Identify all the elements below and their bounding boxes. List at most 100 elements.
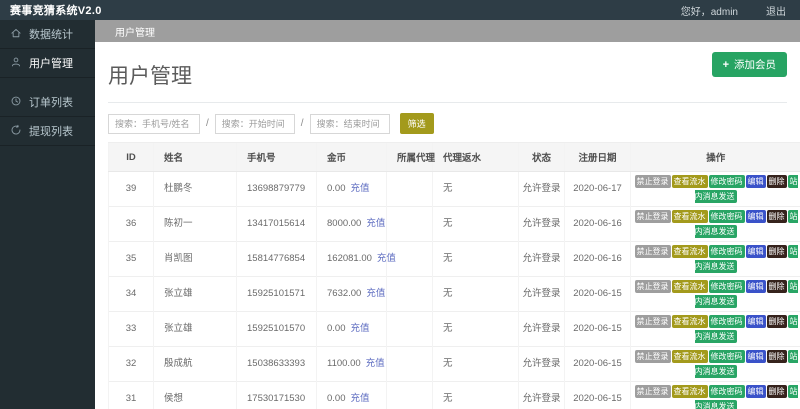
action-disable-login-button[interactable]: 禁止登录 — [635, 175, 671, 188]
cell-id: 36 — [109, 207, 154, 242]
search-start-time-input[interactable] — [215, 114, 295, 134]
cell-status: 允许登录 — [519, 277, 565, 312]
action-edit-button[interactable]: 编辑 — [746, 315, 766, 328]
action-view-flow-button[interactable]: 查看流水 — [672, 385, 708, 398]
user-icon — [10, 56, 22, 71]
cell-status: 允许登录 — [519, 347, 565, 382]
cell-status: 允许登录 — [519, 312, 565, 347]
cell-operations: 禁止登录查看流水修改密码编辑删除站内消息发送 — [631, 382, 800, 409]
cell-name: 殷成航 — [154, 347, 237, 382]
action-change-password-button[interactable]: 修改密码 — [709, 280, 745, 293]
action-change-password-button[interactable]: 修改密码 — [709, 315, 745, 328]
sidebar-item-clock[interactable]: 订单列表 — [0, 88, 95, 117]
table-row: 33张立雄159251015700.00充值无允许登录2020-06-15禁止登… — [109, 312, 800, 347]
action-change-password-button[interactable]: 修改密码 — [709, 245, 745, 258]
cell-coins: 0.00充值 — [317, 172, 387, 207]
sidebar-item-user[interactable]: 用户管理 — [0, 49, 95, 78]
action-delete-button[interactable]: 删除 — [767, 315, 787, 328]
action-disable-login-button[interactable]: 禁止登录 — [635, 280, 671, 293]
action-delete-button[interactable]: 删除 — [767, 175, 787, 188]
table-row: 32殷成航150386333931100.00充值无允许登录2020-06-15… — [109, 347, 800, 382]
add-member-button[interactable]: + 添加会员 — [712, 52, 787, 77]
sidebar-item-label: 提现列表 — [29, 123, 73, 139]
cell-coins: 7632.00充值 — [317, 277, 387, 312]
action-view-flow-button[interactable]: 查看流水 — [672, 245, 708, 258]
action-edit-button[interactable]: 编辑 — [746, 385, 766, 398]
cell-operations: 禁止登录查看流水修改密码编辑删除站内消息发送 — [631, 312, 800, 347]
search-end-time-input[interactable] — [310, 114, 390, 134]
column-header: 操作 — [631, 143, 800, 172]
main-content: 用户管理 用户管理 + 添加会员 // 筛选 — [95, 20, 800, 409]
cell-name: 侯想 — [154, 382, 237, 409]
action-edit-button[interactable]: 编辑 — [746, 210, 766, 223]
cell-name: 张立雄 — [154, 277, 237, 312]
action-view-flow-button[interactable]: 查看流水 — [672, 350, 708, 363]
action-delete-button[interactable]: 删除 — [767, 350, 787, 363]
home-icon — [10, 27, 22, 42]
action-change-password-button[interactable]: 修改密码 — [709, 385, 745, 398]
action-change-password-button[interactable]: 修改密码 — [709, 350, 745, 363]
action-disable-login-button[interactable]: 禁止登录 — [635, 315, 671, 328]
cell-id: 35 — [109, 242, 154, 277]
recharge-link[interactable]: 充值 — [366, 288, 385, 299]
column-header: 手机号 — [237, 143, 317, 172]
sidebar-item-home[interactable]: 数据统计 — [0, 20, 95, 49]
action-edit-button[interactable]: 编辑 — [746, 280, 766, 293]
recharge-link[interactable]: 充值 — [366, 358, 385, 369]
action-delete-button[interactable]: 删除 — [767, 210, 787, 223]
action-disable-login-button[interactable]: 禁止登录 — [635, 245, 671, 258]
action-disable-login-button[interactable]: 禁止登录 — [635, 350, 671, 363]
cell-date: 2020-06-15 — [565, 312, 631, 347]
action-edit-button[interactable]: 编辑 — [746, 350, 766, 363]
action-delete-button[interactable]: 删除 — [767, 245, 787, 258]
recharge-link[interactable]: 充值 — [366, 218, 385, 229]
action-delete-button[interactable]: 删除 — [767, 280, 787, 293]
recharge-link[interactable]: 充值 — [351, 393, 370, 404]
cell-name: 肖凯图 — [154, 242, 237, 277]
action-view-flow-button[interactable]: 查看流水 — [672, 175, 708, 188]
cell-coins: 8000.00充值 — [317, 207, 387, 242]
cell-coins: 0.00充值 — [317, 312, 387, 347]
action-change-password-button[interactable]: 修改密码 — [709, 175, 745, 188]
separator: / — [301, 118, 304, 129]
column-header: 金币 — [317, 143, 387, 172]
action-view-flow-button[interactable]: 查看流水 — [672, 315, 708, 328]
search-phone-input[interactable] — [108, 114, 200, 134]
recharge-link[interactable]: 充值 — [351, 183, 370, 194]
action-disable-login-button[interactable]: 禁止登录 — [635, 210, 671, 223]
page-title: 用户管理 — [108, 60, 192, 90]
cell-date: 2020-06-15 — [565, 382, 631, 409]
action-disable-login-button[interactable]: 禁止登录 — [635, 385, 671, 398]
cell-id: 33 — [109, 312, 154, 347]
cell-agent — [387, 347, 433, 382]
table-row: 34张立雄159251015717632.00充值无允许登录2020-06-15… — [109, 277, 800, 312]
recharge-link[interactable]: 充值 — [377, 253, 396, 264]
action-view-flow-button[interactable]: 查看流水 — [672, 210, 708, 223]
topbar: 赛事竞猜系统V2.0 您好，admin 退出 — [0, 0, 800, 20]
cell-operations: 禁止登录查看流水修改密码编辑删除站内消息发送 — [631, 242, 800, 277]
sidebar-item-refresh[interactable]: 提现列表 — [0, 117, 95, 146]
user-greeting: 您好，admin — [681, 3, 738, 18]
action-edit-button[interactable]: 编辑 — [746, 175, 766, 188]
sidebar: 数据统计用户管理订单列表提现列表 — [0, 20, 95, 409]
column-header: 状态 — [519, 143, 565, 172]
cell-phone: 13698879779 — [237, 172, 317, 207]
cell-operations: 禁止登录查看流水修改密码编辑删除站内消息发送 — [631, 277, 800, 312]
action-delete-button[interactable]: 删除 — [767, 385, 787, 398]
recharge-link[interactable]: 充值 — [351, 323, 370, 334]
table-row: 35肖凯图15814776854162081.00充值无允许登录2020-06-… — [109, 242, 800, 277]
cell-agent — [387, 312, 433, 347]
cell-rebate: 无 — [433, 242, 519, 277]
action-view-flow-button[interactable]: 查看流水 — [672, 280, 708, 293]
cell-name: 杜鹏冬 — [154, 172, 237, 207]
cell-phone: 17530171530 — [237, 382, 317, 409]
cell-rebate: 无 — [433, 207, 519, 242]
app-title: 赛事竞猜系统V2.0 — [0, 2, 102, 18]
cell-agent — [387, 277, 433, 312]
action-edit-button[interactable]: 编辑 — [746, 245, 766, 258]
title-divider — [108, 102, 787, 103]
action-change-password-button[interactable]: 修改密码 — [709, 210, 745, 223]
logout-link[interactable]: 退出 — [766, 3, 786, 18]
filter-button[interactable]: 筛选 — [400, 113, 434, 134]
cell-date: 2020-06-16 — [565, 207, 631, 242]
